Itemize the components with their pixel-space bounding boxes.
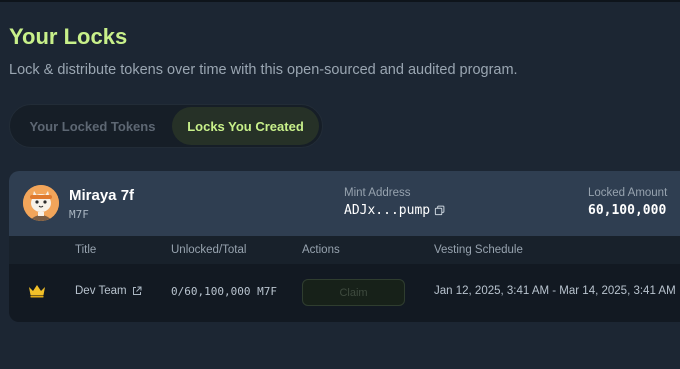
row-unlocked-total: 0/60,100,000 M7F [171, 285, 277, 298]
mint-address-value: ADJx...pump [344, 203, 445, 218]
column-header-unlocked-total: Unlocked/Total [171, 244, 247, 256]
copy-icon[interactable] [434, 205, 445, 216]
column-header-vesting-schedule: Vesting Schedule [434, 244, 523, 256]
column-header-title: Title [75, 244, 97, 256]
table-header-row: Title Unlocked/Total Actions Vesting Sch… [9, 236, 680, 264]
table-row: Dev Team 0/60,100,000 M7F Claim Jan 12, … [9, 264, 680, 322]
column-header-actions: Actions [302, 244, 340, 256]
cat-avatar-icon [23, 185, 59, 221]
locked-amount-label: Locked Amount [588, 187, 668, 199]
row-title[interactable]: Dev Team [75, 285, 142, 297]
tab-locks-you-created[interactable]: Locks You Created [171, 107, 319, 145]
mint-address-text: ADJx...pump [344, 203, 431, 218]
mint-address-label: Mint Address [344, 187, 411, 199]
token-avatar [23, 185, 59, 221]
page-title: Your Locks [9, 24, 128, 49]
tab-bar: Your Locked Tokens Locks You Created [9, 104, 323, 148]
top-border [0, 0, 680, 2]
row-title-text[interactable]: Dev Team [75, 285, 127, 297]
tab-your-locked-tokens[interactable]: Your Locked Tokens [13, 107, 172, 145]
page-subtitle: Lock & distribute tokens over time with … [9, 62, 518, 78]
crown-icon [29, 285, 45, 298]
token-symbol: M7F [69, 208, 89, 221]
claim-button[interactable]: Claim [302, 279, 405, 306]
locked-amount-value: 60,100,000 [588, 203, 667, 218]
row-vesting-schedule: Jan 12, 2025, 3:41 AM - Mar 14, 2025, 3:… [434, 285, 676, 297]
token-name: Miraya 7f [69, 187, 135, 204]
lock-card: Miraya 7f M7F Mint Address ADJx...pump L… [9, 171, 680, 322]
lock-card-header: Miraya 7f M7F Mint Address ADJx...pump L… [9, 171, 680, 236]
external-link-icon[interactable] [132, 286, 142, 296]
